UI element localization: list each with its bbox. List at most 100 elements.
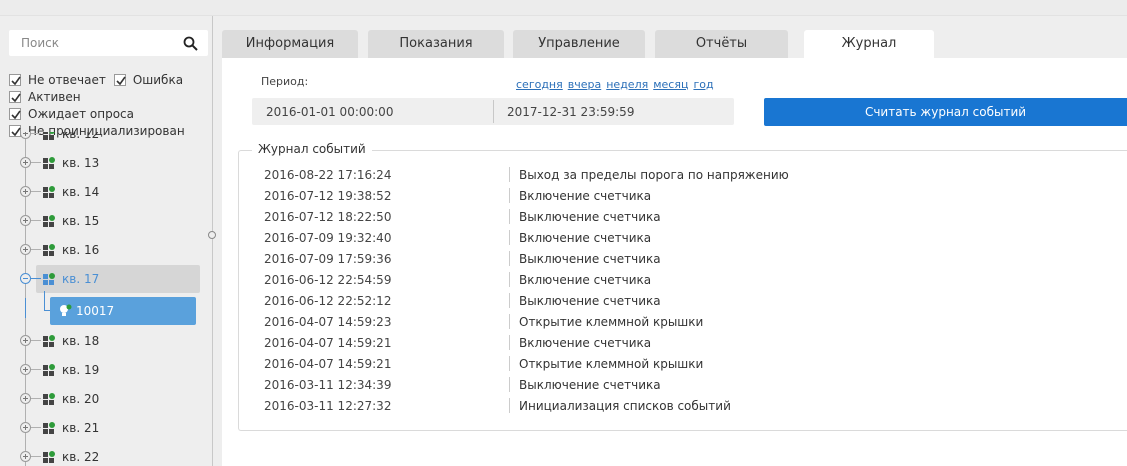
tree-child-label: 10017	[76, 304, 115, 318]
tree-node[interactable]: кв. 19	[0, 356, 222, 384]
meter-group-icon	[42, 156, 56, 170]
tree-connector	[31, 369, 41, 370]
table-row: 2016-04-07 14:59:21 Открытие клеммной кры…	[238, 353, 1127, 374]
search-box	[9, 30, 208, 56]
filter-label: Активен	[28, 89, 81, 104]
tab-reports[interactable]: Отчёты	[655, 30, 788, 58]
event-description: Включение счетчика	[519, 189, 652, 203]
event-description: Открытие клеммной крышки	[519, 315, 704, 329]
tree-connector	[31, 191, 41, 192]
device-tree: кв. 12 кв. 13 кв. 14 кв. 15 кв. 16 кв. 17 1001…	[0, 132, 222, 466]
splitter-handle[interactable]	[208, 231, 216, 239]
event-datetime: 2016-04-07 14:59:21	[264, 357, 392, 371]
filter-awaiting-poll[interactable]: Ожидает опроса	[9, 107, 134, 121]
check-icon	[11, 93, 21, 102]
event-datetime: 2016-06-12 22:54:59	[264, 273, 392, 287]
tree-connector	[31, 278, 41, 279]
period-year-link[interactable]: год	[693, 78, 713, 91]
search-icon[interactable]	[183, 36, 198, 51]
period-yesterday-link[interactable]: вчера	[568, 78, 601, 91]
period-week-link[interactable]: неделя	[606, 78, 648, 91]
divider	[509, 335, 510, 350]
panel-splitter[interactable]	[212, 16, 213, 466]
tree-node[interactable]: кв. 22	[0, 443, 222, 466]
checkbox[interactable]	[9, 90, 21, 103]
meter-group-icon	[42, 450, 56, 464]
tree-connector	[44, 291, 45, 311]
tree-node[interactable]: кв. 13	[0, 149, 222, 177]
expand-icon[interactable]	[20, 422, 31, 433]
event-description: Включение счетчика	[519, 273, 652, 287]
expand-icon[interactable]	[20, 157, 31, 168]
date-to-input[interactable]	[507, 98, 727, 125]
tab-journal[interactable]: Журнал	[804, 30, 934, 58]
divider	[509, 188, 510, 203]
table-row: 2016-07-12 18:22:50 Выключение счетчика	[238, 206, 1127, 227]
event-datetime: 2016-08-22 17:16:24	[264, 168, 392, 182]
period-range	[252, 98, 734, 125]
expand-icon[interactable]	[20, 364, 31, 375]
status-filters: Не отвечает Ошибка Активен Ожидает опрос…	[9, 71, 219, 139]
tree-node-label: кв. 20	[62, 392, 100, 406]
meter-group-icon	[42, 243, 56, 257]
checkbox[interactable]	[113, 73, 126, 86]
tree-node-label: кв. 15	[62, 214, 100, 228]
tree-node[interactable]: кв. 17	[0, 265, 222, 293]
table-row: 2016-03-11 12:27:32 Инициализация списков…	[238, 395, 1127, 416]
tree-node[interactable]: кв. 20	[0, 385, 222, 413]
tree-node-label: кв. 14	[62, 185, 100, 199]
tab-readings[interactable]: Показания	[368, 30, 504, 58]
expand-icon[interactable]	[20, 215, 31, 226]
divider	[509, 230, 510, 245]
period-month-link[interactable]: месяц	[653, 78, 688, 91]
filter-not-responding[interactable]: Не отвечает	[9, 73, 106, 87]
divider	[509, 314, 510, 329]
read-journal-button[interactable]: Считать журнал событий	[764, 98, 1127, 126]
checkbox[interactable]	[9, 107, 21, 120]
period-label: Период:	[261, 75, 309, 88]
search-input[interactable]	[9, 30, 179, 56]
tree-connector	[31, 162, 41, 163]
tab-control[interactable]: Управление	[513, 30, 645, 58]
checkbox[interactable]	[9, 73, 21, 86]
divider	[509, 377, 510, 392]
expand-icon[interactable]	[20, 132, 31, 139]
tree-node[interactable]: кв. 15	[0, 207, 222, 235]
expand-icon[interactable]	[20, 244, 31, 255]
filter-error[interactable]: Ошибка	[113, 72, 184, 87]
table-row: 2016-03-11 12:34:39 Выключение счетчика	[238, 374, 1127, 395]
tree-node-label: кв. 19	[62, 363, 100, 377]
filter-label: Ошибка	[132, 72, 184, 87]
journal-title: Журнал событий	[252, 142, 372, 156]
period-today-link[interactable]: сегодня	[516, 78, 563, 91]
event-description: Выход за пределы порога по напряжению	[519, 168, 789, 182]
meter-group-icon	[42, 272, 56, 286]
date-from-input[interactable]	[266, 98, 486, 125]
journal-table: 2016-08-22 17:16:24 Выход за пределы поро…	[238, 164, 1127, 416]
tab-info[interactable]: Информация	[222, 30, 358, 58]
event-description: Выключение счетчика	[519, 378, 661, 392]
meter-group-icon	[42, 421, 56, 435]
collapse-icon[interactable]	[20, 273, 31, 284]
tree-node[interactable]: кв. 18	[0, 327, 222, 355]
tree-child-meter[interactable]: 10017	[50, 297, 196, 325]
tree-node[interactable]: кв. 21	[0, 414, 222, 442]
expand-icon[interactable]	[20, 393, 31, 404]
divider	[509, 209, 510, 224]
event-description: Выключение счетчика	[519, 294, 661, 308]
filter-active[interactable]: Активен	[9, 90, 81, 104]
tree-connector	[31, 133, 41, 134]
check-icon	[116, 76, 126, 85]
expand-icon[interactable]	[20, 335, 31, 346]
tree-node[interactable]: кв. 14	[0, 178, 222, 206]
expand-icon[interactable]	[20, 186, 31, 197]
event-datetime: 2016-06-12 22:52:12	[264, 294, 392, 308]
tree-node[interactable]: кв. 16	[0, 236, 222, 264]
table-row: 2016-07-09 19:32:40 Включение счетчика	[238, 227, 1127, 248]
divider	[509, 251, 510, 266]
event-datetime: 2016-07-09 17:59:36	[264, 252, 392, 266]
expand-icon[interactable]	[20, 451, 31, 462]
tree-node-label: кв. 12	[62, 132, 100, 141]
tree-node-label: кв. 16	[62, 243, 100, 257]
tree-node[interactable]: кв. 12	[0, 132, 222, 148]
